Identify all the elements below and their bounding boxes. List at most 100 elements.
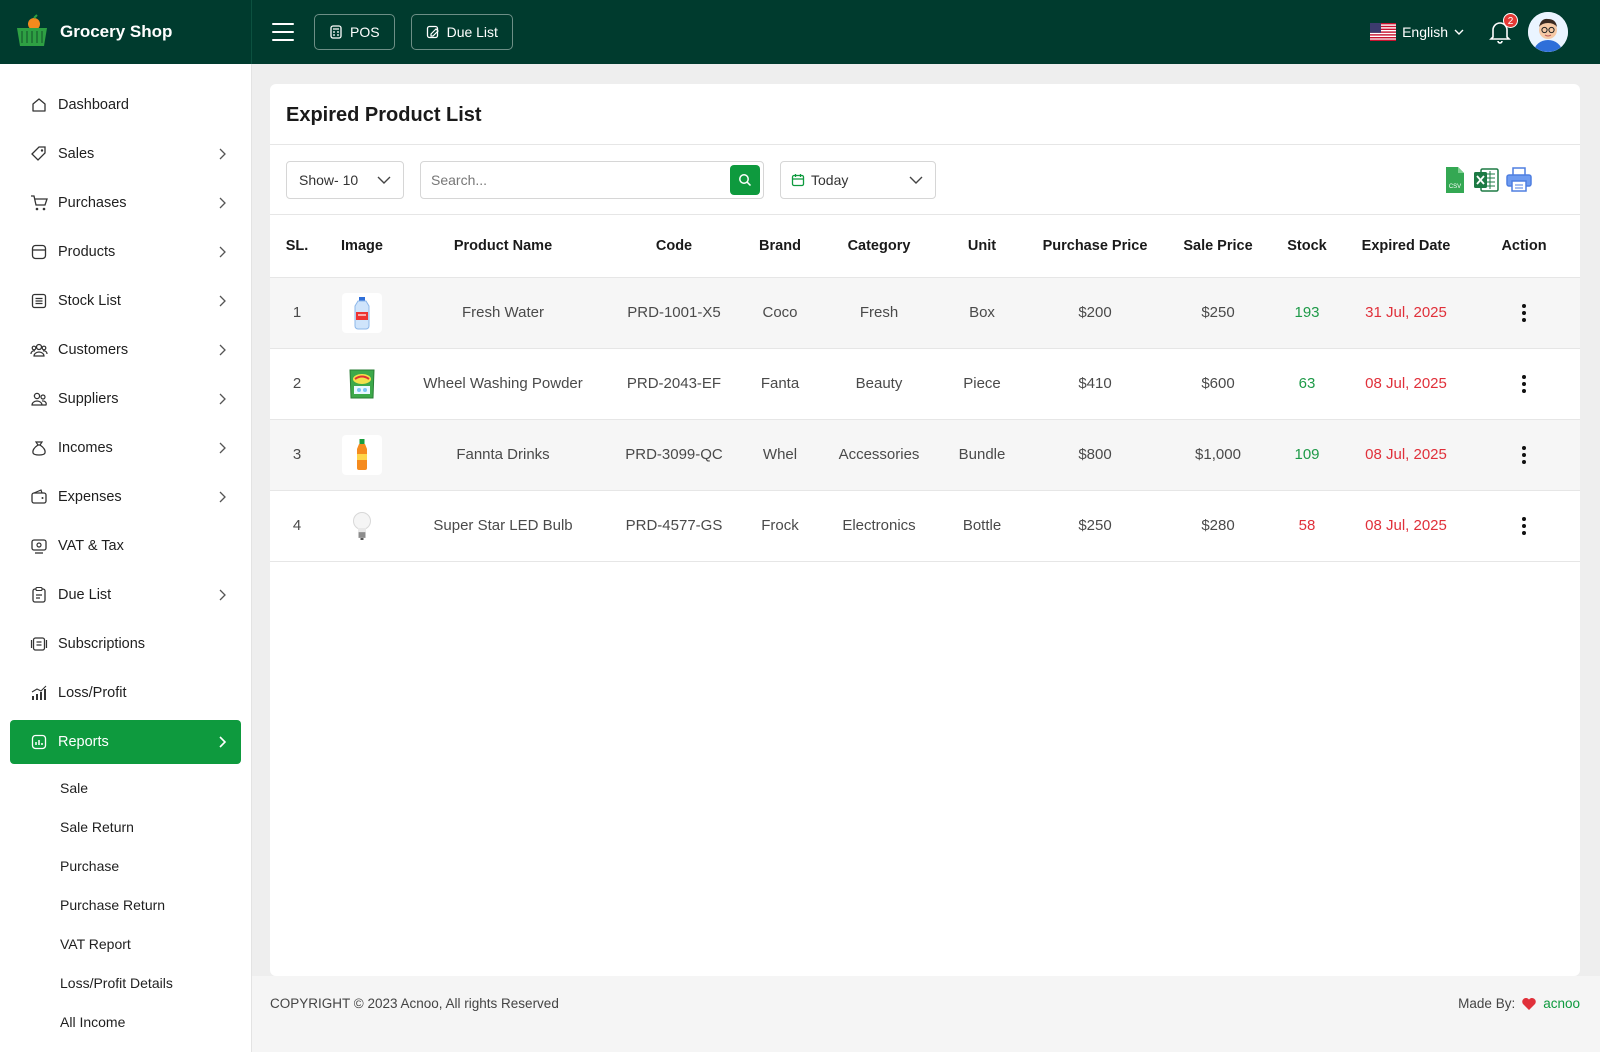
footer: COPYRIGHT © 2023 Acnoo, All rights Reser… [252, 976, 1600, 1052]
column-header-sl[interactable]: SL. [270, 215, 324, 277]
excel-export-icon[interactable] [1472, 166, 1500, 194]
sidebar-item-incomes[interactable]: Incomes [10, 426, 241, 470]
sidebar-item-products[interactable]: Products [10, 230, 241, 274]
drink-bottle-icon [357, 438, 367, 470]
sidebar-item-due-list[interactable]: Due List [10, 573, 241, 617]
chevron-right-icon [219, 344, 226, 356]
date-filter-value: Today [811, 172, 849, 188]
cell-expired-date: 08 Jul, 2025 [1344, 489, 1468, 562]
sidebar-item-reports[interactable]: Reports [10, 720, 241, 764]
column-header-image[interactable]: Image [324, 215, 400, 277]
cell-sl: 4 [270, 489, 324, 562]
print-icon[interactable] [1505, 166, 1533, 194]
column-header-purchase-price[interactable]: Purchase Price [1024, 215, 1166, 277]
column-header-code[interactable]: Code [606, 215, 742, 277]
cell-sale-price: $1,000 [1166, 418, 1270, 490]
sidebar-item-stock-list[interactable]: Stock List [10, 279, 241, 323]
us-flag-icon [1370, 23, 1397, 41]
list-icon [31, 293, 47, 309]
sidebar-item-customers[interactable]: Customers [10, 328, 241, 372]
report-subitem-purchase[interactable]: Purchase [60, 858, 119, 874]
sidebar-item-label: Expenses [58, 489, 122, 505]
more-actions-icon[interactable] [1521, 374, 1527, 393]
heart-icon [1522, 997, 1536, 1010]
search-button[interactable] [730, 165, 760, 195]
sidebar-item-label: Subscriptions [58, 636, 146, 652]
chevron-right-icon [219, 589, 226, 601]
cell-purchase-price: $200 [1024, 276, 1166, 348]
cell-brand: Fanta [742, 347, 818, 419]
sidebar-item-vat-tax[interactable]: VAT & Tax [10, 524, 241, 568]
more-actions-icon[interactable] [1521, 516, 1527, 535]
column-header-stock[interactable]: Stock [1270, 215, 1344, 277]
more-actions-icon[interactable] [1521, 303, 1527, 322]
cell-brand: Frock [742, 489, 818, 562]
notification-button[interactable]: 2 [1488, 13, 1518, 45]
cell-product-name: Fannta Drinks [400, 418, 606, 490]
product-thumbnail[interactable] [342, 434, 382, 475]
cell-expired-date: 08 Jul, 2025 [1344, 418, 1468, 490]
brand[interactable]: Grocery Shop [0, 0, 252, 64]
chevron-down-icon [1454, 29, 1464, 35]
page-title: Expired Product List [286, 104, 482, 126]
csv-label: CSV [1449, 184, 1461, 190]
cell-category: Electronics [818, 489, 940, 562]
date-filter-select[interactable]: Today [780, 161, 936, 199]
chevron-right-icon [219, 736, 227, 748]
column-header-product-name[interactable]: Product Name [400, 215, 606, 277]
sidebar-item-label: Suppliers [58, 391, 119, 407]
sidebar-item-label: Products [58, 244, 116, 260]
detergent-pack-icon [349, 369, 375, 398]
tag-icon [31, 146, 46, 161]
more-actions-icon[interactable] [1521, 445, 1527, 464]
cell-stock: 63 [1270, 347, 1344, 419]
due-list-label: Due List [446, 24, 498, 40]
report-subitem-sale[interactable]: Sale [60, 780, 88, 796]
report-subitem-purchase-return[interactable]: Purchase Return [60, 897, 165, 913]
due-list-button[interactable]: Due List [410, 14, 513, 50]
sidebar-item-dashboard[interactable]: Dashboard [10, 83, 241, 127]
sidebar-item-label: Reports [58, 734, 109, 750]
pos-label: POS [350, 24, 380, 40]
home-icon [32, 98, 46, 112]
report-subitem-vat-report[interactable]: VAT Report [60, 936, 131, 952]
sidebar-item-loss-profit[interactable]: Loss/Profit [10, 671, 241, 715]
chevron-right-icon [219, 295, 226, 307]
clipboard-icon [32, 586, 46, 603]
search-input[interactable] [421, 162, 721, 198]
csv-export-icon[interactable]: CSV [1440, 166, 1468, 194]
water-bottle-icon [354, 296, 370, 329]
expired-product-card: Expired Product List Show- 10 Today CSV [270, 84, 1580, 976]
language-selector[interactable]: English [1370, 23, 1464, 41]
cell-product-name: Fresh Water [400, 276, 606, 348]
cell-code: PRD-3099-QC [606, 418, 742, 490]
sidebar-item-expenses[interactable]: Expenses [10, 475, 241, 519]
sidebar-item-label: Sales [58, 146, 95, 162]
sidebar-item-suppliers[interactable]: Suppliers [10, 377, 241, 421]
show-entries-select[interactable]: Show- 10 [286, 161, 404, 199]
column-header-brand[interactable]: Brand [742, 215, 818, 277]
product-thumbnail[interactable] [342, 363, 382, 404]
report-subitem-all-income[interactable]: All Income [60, 1014, 125, 1030]
sidebar-item-purchases[interactable]: Purchases [10, 181, 241, 225]
column-header-sale-price[interactable]: Sale Price [1166, 215, 1270, 277]
calendar-icon [791, 174, 805, 187]
report-subitem-sale-return[interactable]: Sale Return [60, 819, 134, 835]
report-subitem-loss-profit-details[interactable]: Loss/Profit Details [60, 975, 173, 991]
sidebar-item-sales[interactable]: Sales [10, 132, 241, 176]
cell-expired-date: 31 Jul, 2025 [1344, 276, 1468, 348]
pos-button[interactable]: POS [314, 14, 395, 50]
column-header-category[interactable]: Category [818, 215, 940, 277]
author-link[interactable]: acnoo [1543, 996, 1580, 1011]
hamburger-menu-icon[interactable] [272, 23, 294, 41]
cart-icon [31, 195, 48, 211]
product-thumbnail[interactable] [342, 505, 382, 546]
edit-note-icon [426, 25, 439, 39]
column-header-expired-date[interactable]: Expired Date [1344, 215, 1468, 277]
cell-purchase-price: $250 [1024, 489, 1166, 562]
column-header-unit[interactable]: Unit [940, 215, 1024, 277]
user-avatar[interactable] [1528, 12, 1568, 52]
product-thumbnail[interactable] [342, 292, 382, 333]
sidebar-item-subscriptions[interactable]: Subscriptions [10, 622, 241, 666]
sidebar-item-label: Loss/Profit [58, 685, 127, 701]
